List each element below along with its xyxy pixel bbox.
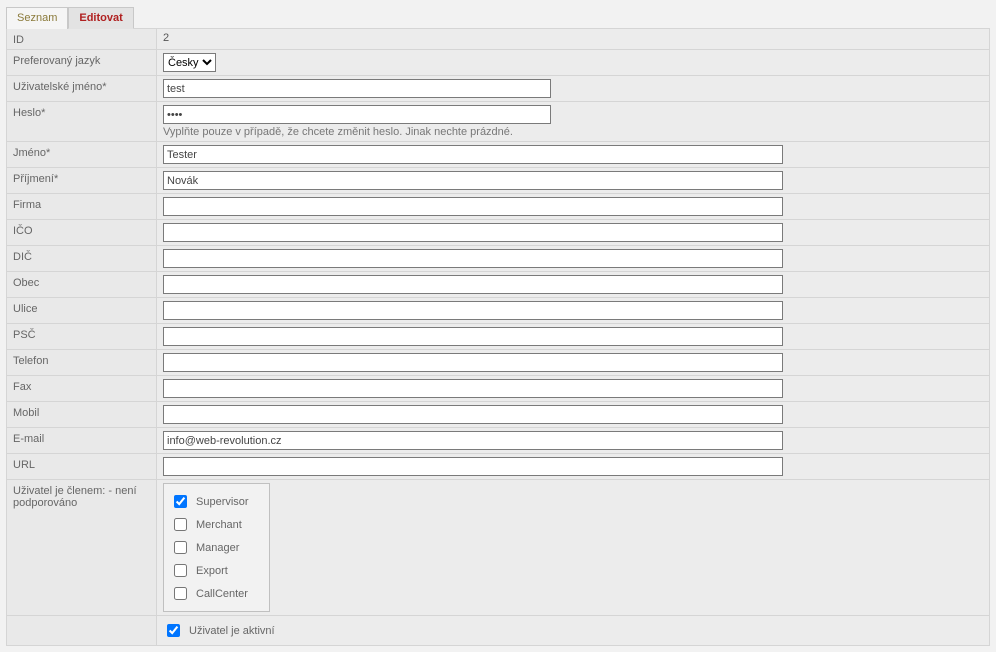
edit-form: ID 2 Preferovaný jazyk Česky Uživatelské…: [6, 28, 990, 646]
cb-active-label: Uživatel je aktivní: [189, 625, 275, 637]
fax-input[interactable]: [163, 379, 783, 398]
lang-select[interactable]: Česky: [163, 53, 216, 72]
cb-callcenter[interactable]: [174, 587, 187, 600]
company-input[interactable]: [163, 197, 783, 216]
label-company: Firma: [7, 194, 157, 220]
cb-export-label: Export: [196, 565, 228, 577]
password-hint: Vyplňte pouze v případě, že chcete změni…: [163, 126, 983, 138]
cb-export[interactable]: [174, 564, 187, 577]
ico-input[interactable]: [163, 223, 783, 242]
cb-callcenter-label: CallCenter: [196, 588, 248, 600]
cb-supervisor[interactable]: [174, 495, 187, 508]
street-input[interactable]: [163, 301, 783, 320]
url-input[interactable]: [163, 457, 783, 476]
label-member: Uživatel je členem: - není podporováno: [7, 480, 157, 616]
label-phone: Telefon: [7, 350, 157, 376]
label-city: Obec: [7, 272, 157, 298]
label-street: Ulice: [7, 298, 157, 324]
cb-supervisor-label: Supervisor: [196, 496, 249, 508]
cb-merchant-label: Merchant: [196, 519, 242, 531]
label-lang: Preferovaný jazyk: [7, 50, 157, 76]
firstname-input[interactable]: [163, 145, 783, 164]
group-box: Supervisor Merchant Manager Export CallC…: [163, 483, 270, 612]
city-input[interactable]: [163, 275, 783, 294]
label-dic: DIČ: [7, 246, 157, 272]
label-url: URL: [7, 454, 157, 480]
label-username: Uživatelské jméno*: [7, 76, 157, 102]
zip-input[interactable]: [163, 327, 783, 346]
label-mobile: Mobil: [7, 402, 157, 428]
label-firstname: Jméno*: [7, 142, 157, 168]
cb-manager-label: Manager: [196, 542, 239, 554]
dic-input[interactable]: [163, 249, 783, 268]
phone-input[interactable]: [163, 353, 783, 372]
label-ico: IČO: [7, 220, 157, 246]
label-email: E-mail: [7, 428, 157, 454]
cb-active[interactable]: [167, 624, 180, 637]
label-lastname: Příjmení*: [7, 168, 157, 194]
tab-list[interactable]: Seznam: [6, 7, 68, 29]
password-input[interactable]: [163, 105, 551, 124]
cb-manager[interactable]: [174, 541, 187, 554]
label-password: Heslo*: [7, 102, 157, 142]
tabs: Seznam Editovat: [6, 6, 990, 28]
value-id: 2: [157, 29, 990, 50]
username-input[interactable]: [163, 79, 551, 98]
label-fax: Fax: [7, 376, 157, 402]
label-empty: [7, 616, 157, 646]
label-id: ID: [7, 29, 157, 50]
lastname-input[interactable]: [163, 171, 783, 190]
email-input[interactable]: [163, 431, 783, 450]
tab-edit[interactable]: Editovat: [68, 7, 133, 29]
mobile-input[interactable]: [163, 405, 783, 424]
cb-merchant[interactable]: [174, 518, 187, 531]
label-zip: PSČ: [7, 324, 157, 350]
